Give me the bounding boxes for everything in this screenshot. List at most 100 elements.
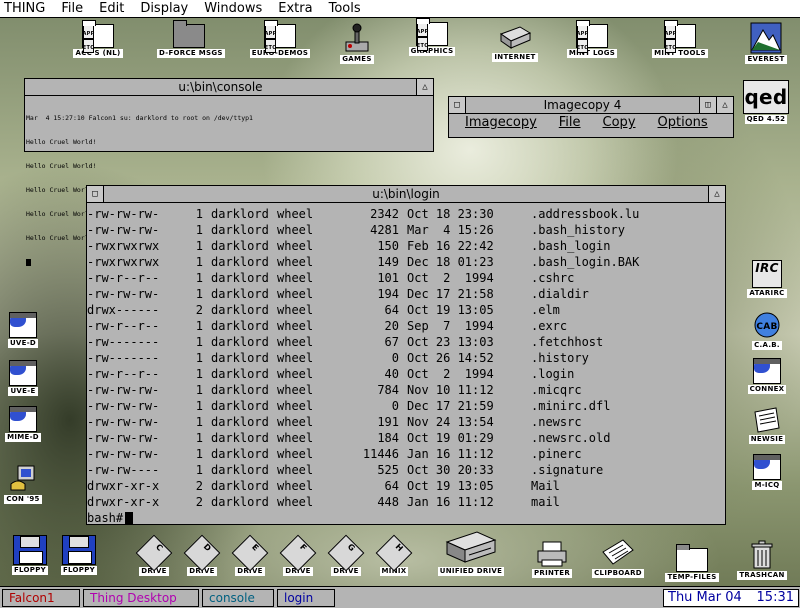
menu-thing[interactable]: THING <box>0 1 53 16</box>
listing-owner: darklord <box>211 287 269 301</box>
clock-time: 15:31 <box>756 590 794 605</box>
desktop-icon-minix[interactable]: H MINIX <box>362 534 426 576</box>
desktop-icon-temp-files[interactable]: TEMP-FILES <box>660 544 724 582</box>
listing-perm: -rwxrwxrwx <box>87 239 160 253</box>
desktop-icon-con95[interactable]: CON '95 <box>0 464 55 504</box>
drive-icon: G <box>327 534 365 572</box>
desktop-icon-newsie[interactable]: NEWSIE <box>735 406 799 444</box>
close-button[interactable]: □ <box>449 97 466 113</box>
app-doc: APP <box>664 25 676 39</box>
fuller-button[interactable]: △ <box>416 79 433 95</box>
imagecopy-titlebar[interactable]: □ Imagecopy 4 ◫ △ <box>449 97 733 114</box>
console-window[interactable]: u:\bin\console △ Mar 4 15:27:10 Falcon1 … <box>24 78 434 266</box>
desktop-icon-label: GAMES <box>340 55 374 64</box>
desktop-icon-mint-tools[interactable]: APP ETC MINT TOOLS <box>648 20 712 58</box>
imagecopy-menu-file[interactable]: File <box>555 115 599 130</box>
desktop-icon-mint-logs[interactable]: APP ETC MINT LOGS <box>560 20 624 58</box>
desktop-icon-atarirc[interactable]: IRC ATARIRC <box>735 260 799 298</box>
prompt-line[interactable]: bash# <box>87 510 725 524</box>
terminal-output[interactable]: -rw-rw-rw- 1 darklord wheel 2342 Oct 18 23:30… <box>87 204 725 524</box>
listing-row: -rw-r--r-- 1 darklord wheel 101 Oct 2 1994 .cs… <box>87 270 725 286</box>
desktop-icon-everest[interactable]: EVEREST <box>734 22 798 64</box>
listing-date: Nov 24 13:54 <box>407 415 494 429</box>
listing-perm: -rw-rw-rw- <box>87 447 160 461</box>
imagecopy-menu-options[interactable]: Options <box>654 115 726 130</box>
desktop-icon-mime-d[interactable]: MIME-D <box>0 406 55 442</box>
desktop-icon-floppy-b[interactable]: FLOPPY <box>47 535 111 575</box>
imagecopy-menu-copy[interactable]: Copy <box>599 115 654 130</box>
task-button-console[interactable]: console <box>202 588 274 607</box>
desktop-icon-printer[interactable]: PRINTER <box>520 540 584 578</box>
task-button-falcon1[interactable]: Falcon1 <box>2 588 80 607</box>
desktop-icon-uve-d[interactable]: UVE-D <box>0 312 55 348</box>
unified-drive-icon <box>445 531 497 563</box>
listing-perm: -rw------- <box>87 335 160 349</box>
app-icon <box>9 360 37 386</box>
login-window[interactable]: □ u:\bin\login △ -rw-rw-rw- 1 darklord whee… <box>86 185 726 525</box>
desktop-icon-label: TEMP-FILES <box>665 573 719 582</box>
etc-doc: ETC <box>83 39 94 53</box>
folder-app-etc-icon: APP ETC <box>664 20 696 53</box>
listing-date: Jan 16 11:12 <box>407 447 494 461</box>
listing-links: 1 <box>195 463 203 477</box>
imagecopy-menubar: Imagecopy File Copy Options <box>449 114 733 130</box>
etc-doc: ETC <box>265 39 276 53</box>
desktop-icon-euro-demos[interactable]: APP ETC EURO-DEMOS <box>248 20 312 58</box>
desktop-icon-qed[interactable]: qed QED 4.52 <box>734 80 798 124</box>
close-button[interactable]: □ <box>87 186 104 202</box>
menu-windows[interactable]: Windows <box>196 1 270 16</box>
desktop-icon-unified-drive[interactable]: UNIFIED DRIVE <box>428 528 514 576</box>
desktop-icon-cab[interactable]: CAB C.A.B. <box>735 310 799 350</box>
console-line: Hello Cruel World! <box>26 162 97 170</box>
desktop-icon-internet[interactable]: INTERNET <box>483 24 547 62</box>
app-doc: APP <box>576 25 588 39</box>
imagecopy-menu-imagecopy[interactable]: Imagecopy <box>461 115 555 130</box>
etc-doc: ETC <box>577 39 588 53</box>
folder-app-etc-icon: APP ETC <box>82 20 114 53</box>
triangle-up-icon: △ <box>714 189 720 199</box>
menu-display[interactable]: Display <box>132 1 196 16</box>
menu-tools[interactable]: Tools <box>321 1 369 16</box>
listing-links: 1 <box>195 383 203 397</box>
listing-name: .elm <box>531 303 560 317</box>
listing-row: drwx------ 2 darklord wheel 64 Oct 19 13:05 .e… <box>87 302 725 318</box>
listing-group: wheel <box>277 367 314 381</box>
menu-extra[interactable]: Extra <box>270 1 320 16</box>
iconify-button[interactable]: ◫ <box>699 97 716 113</box>
desktop-icon-label: D-FORCE MSGS <box>157 49 225 58</box>
desktop-icon-label: CLIPBOARD <box>592 569 644 578</box>
menu-edit[interactable]: Edit <box>91 1 132 16</box>
desktop-icon-dforce[interactable]: D-FORCE MSGS <box>157 20 225 58</box>
fuller-button[interactable]: △ <box>716 97 733 113</box>
desktop-icon-micq[interactable]: M-ICQ <box>735 454 799 490</box>
irc-icon: IRC <box>752 260 782 288</box>
listing-size: 40 <box>384 367 399 381</box>
desktop-icon-label: MINT LOGS <box>566 49 618 58</box>
desktop-icon-connex[interactable]: CONNEX <box>735 358 799 394</box>
desktop-icon-uve-e[interactable]: UVE-E <box>0 360 55 396</box>
desktop-icon-clipboard[interactable]: CLIPBOARD <box>586 536 650 578</box>
task-button-login[interactable]: login <box>277 588 335 607</box>
fuller-button[interactable]: △ <box>708 186 725 202</box>
listing-perm: -rw-r--r-- <box>87 367 160 381</box>
desktop-icon-graphics[interactable]: APP ETC GRAPHICS <box>400 18 464 56</box>
directory-listing: -rw-rw-rw- 1 darklord wheel 2342 Oct 18 23:30… <box>87 206 725 510</box>
listing-owner: darklord <box>211 255 269 269</box>
listing-perm: -rw-rw-rw- <box>87 431 160 445</box>
listing-group: wheel <box>277 415 314 429</box>
menu-file[interactable]: File <box>53 1 91 16</box>
task-button-thing-desktop[interactable]: Thing Desktop <box>83 588 199 607</box>
desktop-icon-games[interactable]: GAMES <box>325 22 389 64</box>
login-titlebar[interactable]: □ u:\bin\login △ <box>87 186 725 203</box>
imagecopy-window[interactable]: □ Imagecopy 4 ◫ △ Imagecopy File Copy Op… <box>448 96 734 138</box>
app-doc: APP <box>264 25 276 39</box>
desktop-icon-label: INTERNET <box>492 53 538 62</box>
desktop-icon-accs[interactable]: APP ETC ACC'S (NL) <box>66 20 130 58</box>
desktop-icon-label: EVEREST <box>745 55 787 64</box>
listing-perm: -rw-r--r-- <box>87 319 160 333</box>
floppy-icon <box>13 535 47 565</box>
console-titlebar[interactable]: u:\bin\console △ <box>25 79 433 96</box>
clock[interactable]: Thu Mar 04 15:31 <box>663 588 799 607</box>
desktop-icon-trashcan[interactable]: TRASHCAN <box>730 540 794 580</box>
console-window-title: u:\bin\console <box>25 79 416 95</box>
